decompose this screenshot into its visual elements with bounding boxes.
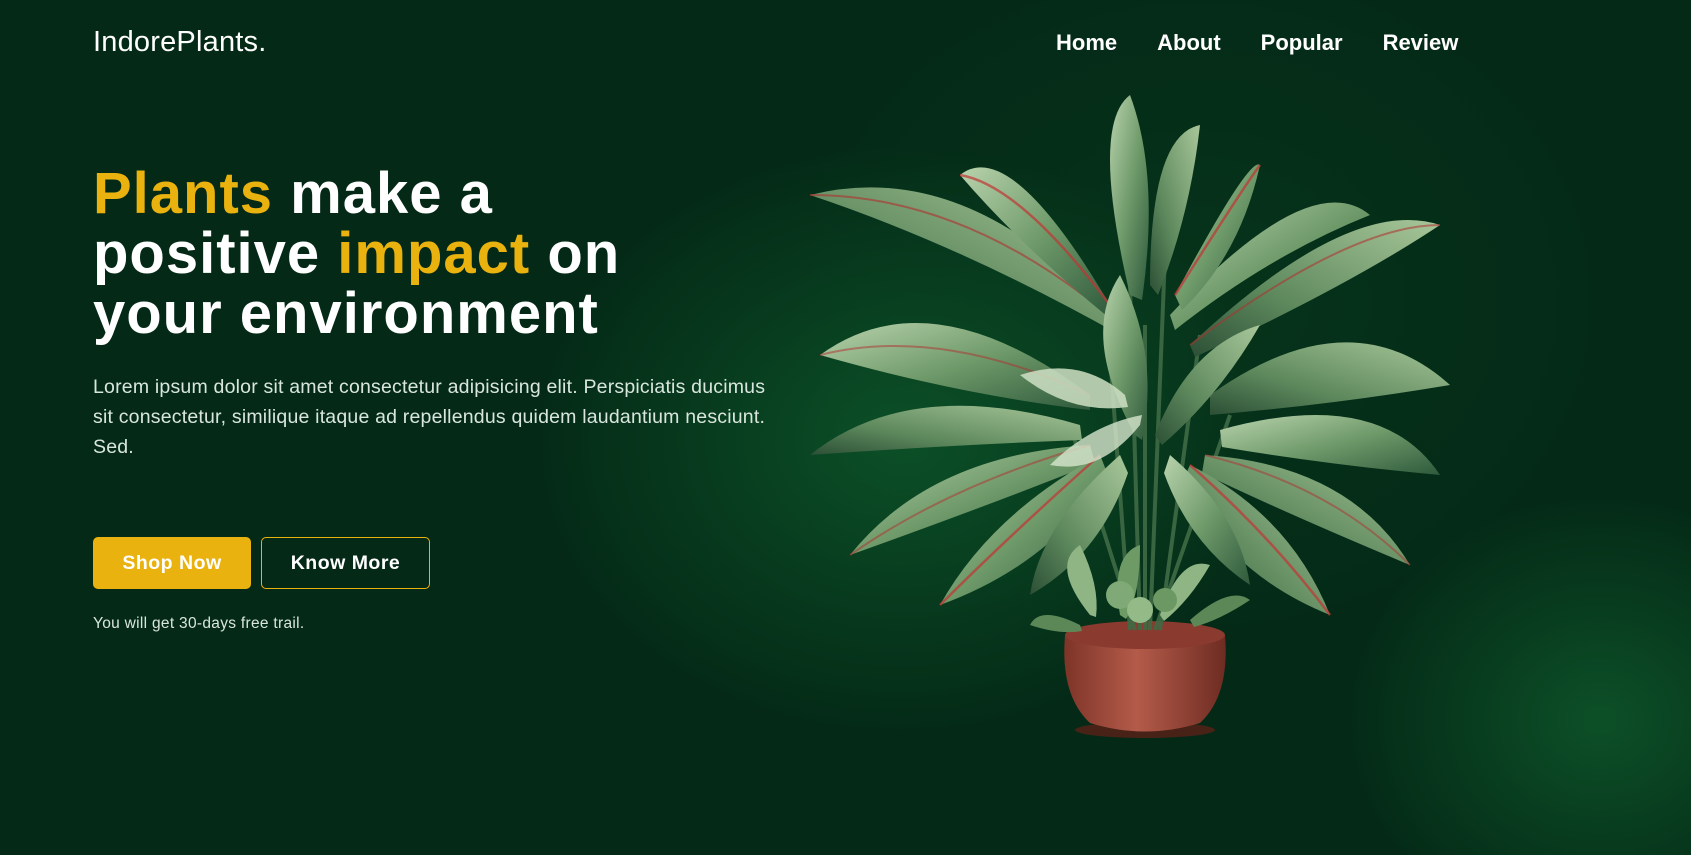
- hero-title-highlight: Plants: [93, 161, 274, 226]
- hero-title-text: your environment: [93, 281, 599, 346]
- trial-note: You will get 30-days free trail.: [93, 615, 305, 632]
- hero-title: Plants make a positive impact on your en…: [93, 164, 793, 344]
- know-more-button[interactable]: Know More: [261, 537, 430, 589]
- site-header: IndorePlants. Home About Popular Review: [0, 0, 1691, 90]
- hero-description: Lorem ipsum dolor sit amet consectetur a…: [93, 376, 766, 458]
- brand-logo[interactable]: IndorePlants.: [93, 26, 267, 59]
- hero-title-text: on: [530, 221, 621, 286]
- nav-review-link[interactable]: Review: [1383, 30, 1459, 56]
- nav-popular-link[interactable]: Popular: [1261, 30, 1343, 56]
- hero-title-text: positive: [93, 221, 338, 286]
- hero-title-highlight: impact: [337, 221, 531, 286]
- shop-now-button[interactable]: Shop Now: [93, 537, 251, 589]
- nav-about-link[interactable]: About: [1157, 30, 1221, 56]
- potted-plant-image: [790, 95, 1490, 755]
- main-nav: Home About Popular Review: [1056, 30, 1458, 56]
- nav-home-link[interactable]: Home: [1056, 30, 1117, 56]
- hero-title-text: make a: [273, 161, 493, 226]
